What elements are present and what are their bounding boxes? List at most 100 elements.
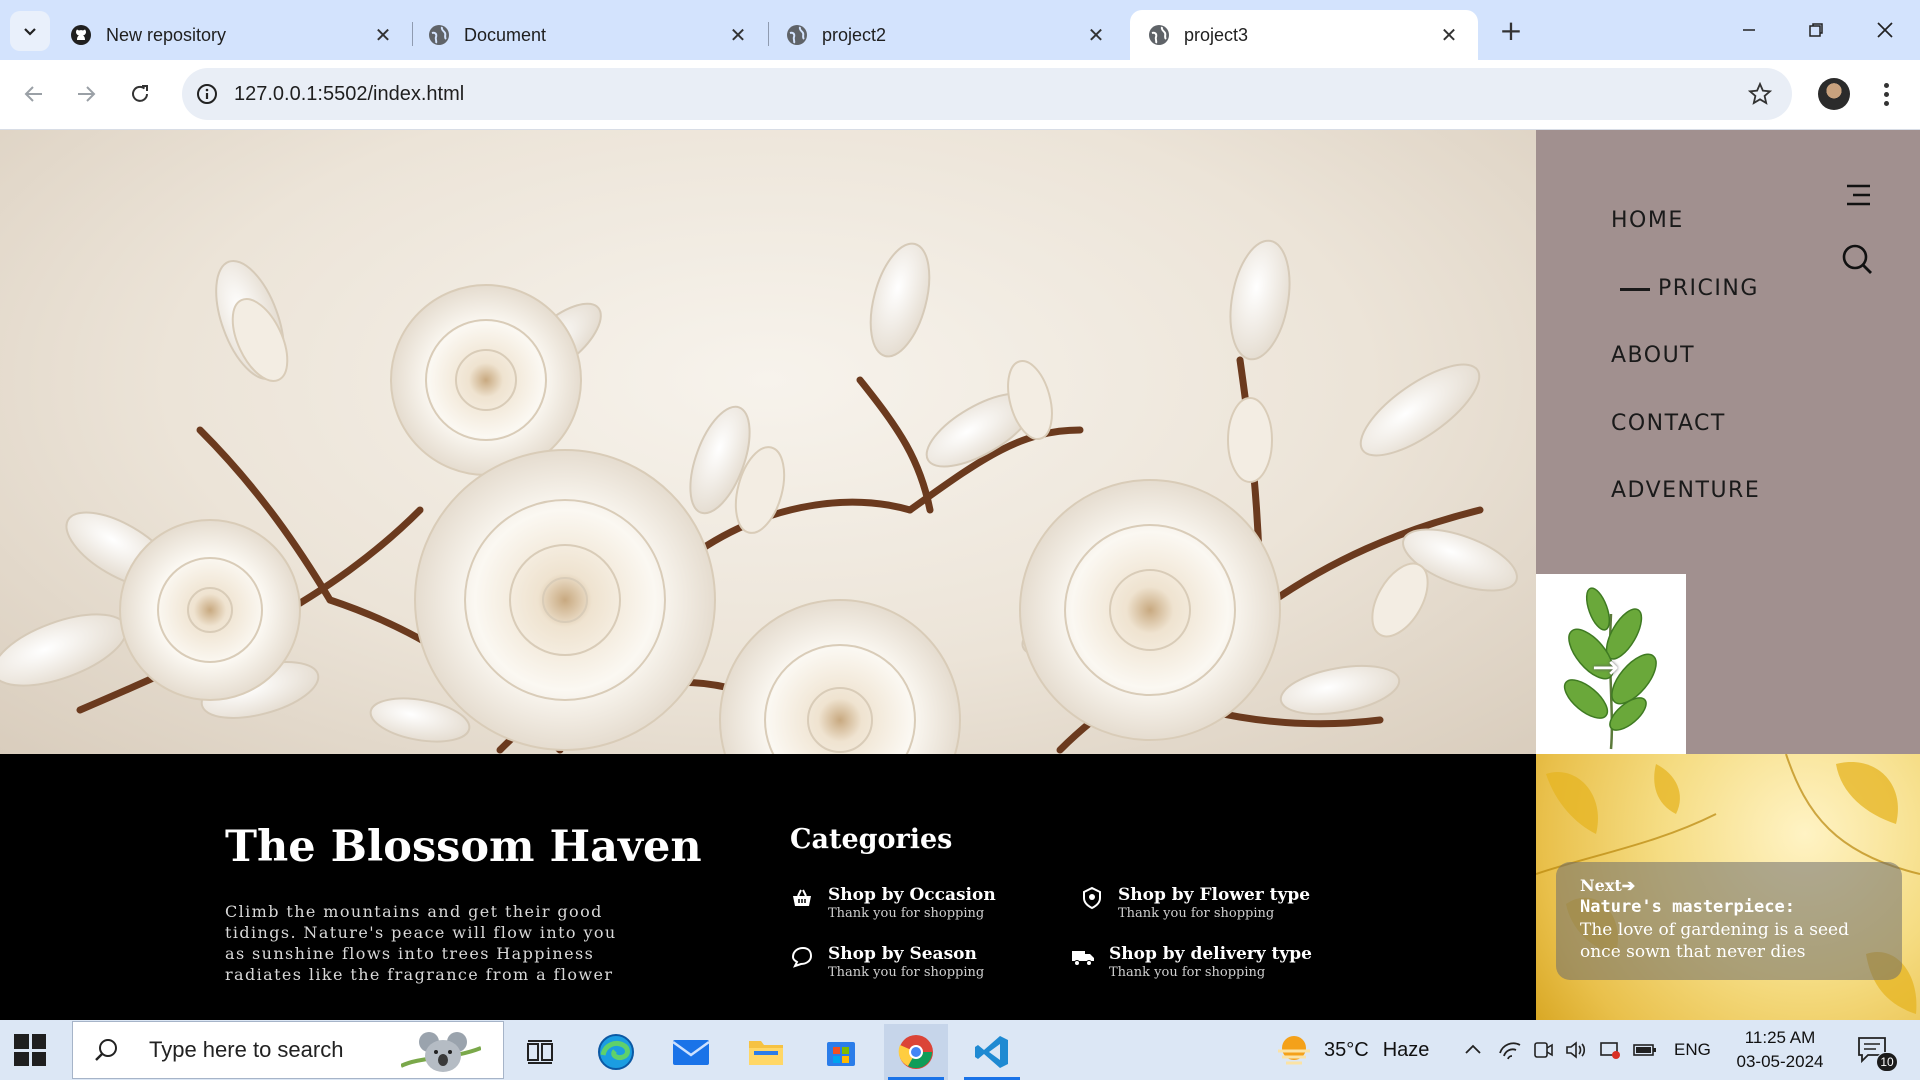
browser-chrome: New repository ✕ Document ✕ project2 ✕ p… [0,0,1920,130]
system-tray: ENG [1462,1020,1711,1080]
nav-label: ABOUT [1611,343,1696,368]
tab-document[interactable]: Document ✕ [410,10,767,60]
close-icon[interactable]: ✕ [1085,24,1107,47]
next-slide-promo[interactable]: Next➔ Nature's masterpiece: The love of … [1536,754,1920,1020]
store-taskbar-button[interactable] [809,1024,873,1080]
next-label[interactable]: Next➔ [1580,876,1878,895]
battery-icon[interactable] [1632,1039,1658,1061]
chrome-icon [898,1035,933,1069]
search-placeholder: Type here to search [149,1037,344,1062]
categories-title: Categories [790,824,953,855]
folder-icon [749,1041,783,1065]
chevron-up-icon[interactable] [1462,1039,1484,1061]
info-icon[interactable] [192,79,222,109]
browser-menu-button[interactable] [1870,78,1902,110]
web-page: HOME PRICING ABOUT CONTACT ADVENTURE → T… [0,130,1920,1020]
close-window-button[interactable] [1862,10,1908,50]
notification-center-button[interactable]: 10 [1856,1034,1898,1072]
brand-title: The Blossom Haven [225,822,702,872]
forward-button[interactable] [66,74,106,114]
slider-thumbnail[interactable]: → [1536,574,1686,754]
close-icon [1877,22,1893,38]
tag-icon [791,946,813,968]
globe-icon [428,24,450,46]
file-explorer-taskbar-button[interactable] [734,1024,798,1080]
globe-icon [1148,24,1170,46]
hamburger-menu-icon[interactable] [1844,180,1874,210]
tab-project3[interactable]: project3 ✕ [1130,10,1478,60]
restore-button[interactable] [1793,10,1839,50]
profile-avatar[interactable] [1818,78,1850,110]
site-footer: The Blossom Haven Climb the mountains an… [0,754,1536,1020]
start-tile [14,1034,29,1049]
flower-badge-icon [1083,886,1101,910]
language-indicator[interactable]: ENG [1674,1040,1711,1060]
category-subtitle: Thank you for shopping [1109,965,1266,980]
tab-new-repository[interactable]: New repository ✕ [52,10,412,60]
weather-haze-icon [1278,1036,1310,1065]
reload-button[interactable] [120,74,160,114]
arrow-right-icon[interactable]: → [1592,648,1619,686]
nav-about-link[interactable]: ABOUT [1611,343,1695,368]
start-tile [31,1034,46,1049]
vscode-taskbar-button[interactable] [960,1024,1024,1080]
category-shop-by-delivery-type[interactable]: Shop by delivery type Thank you for shop… [1071,943,1312,981]
close-icon[interactable]: ✕ [727,24,749,47]
nav-adventure-link[interactable]: ADVENTURE [1611,478,1760,503]
browser-toolbar: 127.0.0.1:5502/index.html [0,60,1920,130]
search-icon[interactable] [1840,242,1874,276]
wifi-icon[interactable] [1498,1039,1522,1061]
address-bar[interactable]: 127.0.0.1:5502/index.html [182,68,1792,120]
category-shop-by-occasion[interactable]: Shop by Occasion Thank you for shopping [790,884,996,922]
tab-title: project2 [822,24,887,45]
weather-condition: Haze [1382,1038,1430,1061]
nav-pricing-link[interactable]: PRICING [1620,276,1759,301]
start-tile [31,1051,46,1066]
network-alert-icon[interactable] [1598,1039,1622,1061]
tab-title: project3 [1184,24,1249,45]
chrome-taskbar-button[interactable] [884,1024,948,1080]
clock-date: 03-05-2024 [1736,1052,1824,1071]
tab-project2[interactable]: project2 ✕ [768,10,1125,60]
tab-search-button[interactable] [10,11,50,51]
side-navigation-panel: HOME PRICING ABOUT CONTACT ADVENTURE → [1536,130,1920,754]
koala-illustration-icon [401,1032,481,1072]
mail-taskbar-button[interactable] [659,1024,723,1080]
url-text[interactable]: 127.0.0.1:5502/index.html [234,83,1740,106]
bookmark-star-icon[interactable] [1740,74,1780,114]
category-name: Shop by delivery type [1109,944,1312,964]
nav-label: PRICING [1658,276,1759,301]
category-shop-by-season[interactable]: Shop by Season Thank you for shopping [790,943,984,981]
nav-label: CONTACT [1611,411,1726,436]
nav-label: ADVENTURE [1611,478,1761,503]
category-shop-by-flower-type[interactable]: Shop by Flower type Thank you for shoppi… [1080,884,1310,922]
category-text: Shop by delivery type Thank you for shop… [1109,943,1312,981]
promo-card[interactable]: Next➔ Nature's masterpiece: The love of … [1556,862,1902,980]
edge-taskbar-button[interactable] [584,1024,648,1080]
taskbar-search-box[interactable]: Type here to search [72,1021,504,1079]
windows-taskbar: Type here to search 35°C Haze ENG 11:25 … [0,1020,1920,1080]
back-button[interactable] [14,74,54,114]
task-view-button[interactable] [508,1024,572,1080]
github-icon [70,24,92,46]
speaker-icon[interactable] [1564,1039,1588,1061]
menu-dot [1883,91,1889,97]
nav-contact-link[interactable]: CONTACT [1611,411,1726,436]
category-name: Shop by Occasion [828,885,996,905]
close-icon[interactable]: ✕ [372,24,394,47]
brand-description: Climb the mountains and get their good t… [225,902,617,984]
new-tab-button[interactable]: + [1495,14,1527,47]
meet-now-icon[interactable] [1532,1039,1554,1061]
mail-icon [672,1040,710,1065]
hero-image [0,130,1536,754]
nav-label: HOME [1611,208,1684,233]
windows-start-button[interactable] [14,1034,46,1066]
basket-icon [793,889,811,906]
weather-widget[interactable]: 35°C Haze [1274,1020,1429,1080]
category-subtitle: Thank you for shopping [1118,906,1275,921]
close-icon[interactable]: ✕ [1438,24,1460,47]
minimize-button[interactable] [1726,10,1772,50]
taskbar-clock[interactable]: 11:25 AM 03-05-2024 [1720,1026,1840,1074]
nav-home-link[interactable]: HOME [1611,208,1684,233]
search-icon [95,1039,117,1061]
